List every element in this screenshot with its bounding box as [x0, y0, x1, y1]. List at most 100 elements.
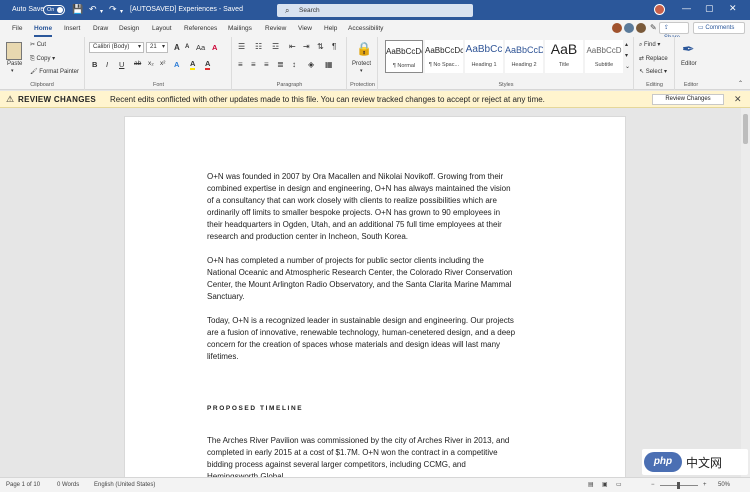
share-button[interactable]: ⇪ Share: [659, 22, 689, 41]
grow-font-button[interactable]: A: [174, 43, 180, 52]
style-heading-2[interactable]: AaBbCcD Heading 2: [505, 40, 543, 73]
protect-button[interactable]: Protect: [352, 61, 371, 67]
zoom-level[interactable]: 50%: [718, 478, 730, 492]
editor-button[interactable]: Editor: [681, 61, 697, 67]
document-page[interactable]: O+N was founded in 2007 by Ora Macallen …: [124, 116, 626, 486]
customize-toolbar-icon[interactable]: ▾: [120, 7, 123, 18]
comments-button[interactable]: ▭ Comments: [693, 22, 745, 34]
italic-button[interactable]: I: [106, 60, 108, 69]
page-count[interactable]: Page 1 of 10: [6, 478, 40, 492]
user-avatar[interactable]: [654, 4, 665, 15]
save-icon[interactable]: 💾: [72, 4, 83, 15]
body-paragraph[interactable]: Today, O+N is a recognized leader in sus…: [207, 315, 552, 363]
web-layout-icon[interactable]: ▭: [616, 478, 622, 492]
sort-icon[interactable]: ⇅: [317, 42, 324, 51]
line-spacing-icon[interactable]: ↕: [292, 60, 296, 69]
format-painter-button[interactable]: 🖌 Format Painter: [30, 68, 79, 75]
close-button[interactable]: ✕: [729, 3, 737, 14]
style-normal[interactable]: AaBbCcDc ¶ Normal: [385, 40, 423, 73]
tab-insert[interactable]: Insert: [64, 25, 80, 32]
styles-scroll-up-icon[interactable]: ▴: [625, 41, 628, 48]
style-title[interactable]: AaB Title: [545, 40, 583, 73]
section-heading[interactable]: PROPOSED TIMELINE: [207, 405, 303, 412]
pen-icon[interactable]: ✎: [650, 23, 657, 32]
zoom-out-icon[interactable]: −: [651, 478, 655, 492]
body-paragraph[interactable]: O+N has completed a number of projects f…: [207, 255, 552, 303]
paste-button[interactable]: Paste: [7, 61, 22, 67]
underline-button[interactable]: U: [119, 60, 124, 69]
select-button[interactable]: ↖ Select ▾: [639, 68, 667, 75]
shrink-font-button[interactable]: A: [185, 44, 189, 50]
increase-indent-icon[interactable]: ⇥: [303, 42, 310, 51]
body-paragraph[interactable]: The Arches River Pavilion was commission…: [207, 435, 552, 483]
align-left-icon[interactable]: ≡: [238, 60, 243, 69]
minimize-button[interactable]: —: [682, 3, 691, 13]
collaborator-avatar[interactable]: [636, 23, 646, 33]
close-icon[interactable]: ✕: [734, 91, 742, 108]
multilevel-list-icon[interactable]: ☲: [272, 42, 279, 51]
editor-pen-icon[interactable]: ✒: [682, 40, 695, 58]
bullets-icon[interactable]: ☰: [238, 42, 245, 51]
styles-more-icon[interactable]: ⌄: [625, 63, 630, 70]
font-color-button[interactable]: A: [205, 59, 211, 70]
autosave-toggle[interactable]: On: [43, 5, 65, 15]
pilcrow-icon[interactable]: ¶: [332, 42, 336, 51]
style-subtitle[interactable]: AaBbCcD Subtitle: [585, 40, 623, 73]
clipboard-icon[interactable]: [6, 42, 22, 60]
collaborator-avatar[interactable]: [612, 23, 622, 33]
vertical-scrollbar[interactable]: [741, 108, 750, 477]
find-button[interactable]: ⌕ Find ▾: [639, 41, 660, 49]
search-box[interactable]: ⌕ Search: [277, 4, 473, 17]
tab-file[interactable]: File: [12, 25, 22, 32]
tab-help[interactable]: Help: [324, 25, 337, 32]
body-paragraph[interactable]: O+N was founded in 2007 by Ora Macallen …: [207, 171, 552, 243]
justify-icon[interactable]: ≣: [277, 60, 284, 69]
tab-references[interactable]: References: [184, 25, 217, 32]
superscript-button[interactable]: x²: [160, 60, 165, 67]
replace-button[interactable]: ⇄ Replace: [639, 55, 668, 62]
chevron-down-icon[interactable]: ▾: [360, 68, 363, 74]
borders-icon[interactable]: ▦: [325, 60, 333, 69]
copy-button[interactable]: ⎘ Copy ▾: [30, 55, 55, 63]
lock-icon[interactable]: 🔒: [356, 41, 372, 57]
numbering-icon[interactable]: ☷: [255, 42, 262, 51]
tab-draw[interactable]: Draw: [93, 25, 108, 32]
style-no-spacing[interactable]: AaBbCcDc ¶ No Spac...: [425, 40, 463, 73]
shading-icon[interactable]: ◈: [308, 60, 314, 69]
align-right-icon[interactable]: ≡: [264, 60, 269, 69]
subscript-button[interactable]: x₂: [148, 60, 154, 67]
bold-button[interactable]: B: [92, 60, 97, 69]
word-count[interactable]: 0 Words: [57, 478, 79, 492]
chevron-down-icon[interactable]: ▾: [11, 68, 14, 74]
clear-formatting-button[interactable]: A: [212, 43, 217, 52]
decrease-indent-icon[interactable]: ⇤: [289, 42, 296, 51]
tab-review[interactable]: Review: [265, 25, 286, 32]
undo-icon[interactable]: ↶: [89, 4, 97, 15]
tab-home[interactable]: Home: [34, 25, 52, 32]
tab-layout[interactable]: Layout: [152, 25, 172, 32]
highlight-button[interactable]: A: [190, 59, 196, 70]
collaborator-avatar[interactable]: [624, 23, 634, 33]
change-case-button[interactable]: Aa: [196, 43, 205, 52]
style-heading-1[interactable]: AaBbCc Heading 1: [465, 40, 503, 73]
strikethrough-button[interactable]: ab: [134, 60, 141, 67]
font-size-dropdown[interactable]: 21 ▾: [146, 42, 168, 53]
align-center-icon[interactable]: ≡: [251, 60, 256, 69]
tab-design[interactable]: Design: [119, 25, 139, 32]
zoom-slider-thumb[interactable]: [677, 482, 680, 489]
styles-scroll-down-icon[interactable]: ▾: [625, 52, 628, 59]
collapse-ribbon-icon[interactable]: ⌃: [738, 80, 743, 87]
scrollbar-thumb[interactable]: [743, 114, 748, 144]
tab-mailings[interactable]: Mailings: [228, 25, 252, 32]
text-effects-button[interactable]: A: [174, 60, 179, 69]
zoom-in-icon[interactable]: +: [703, 478, 707, 492]
print-layout-icon[interactable]: ▣: [602, 478, 608, 492]
maximize-button[interactable]: ▢: [705, 3, 714, 14]
tab-view[interactable]: View: [298, 25, 312, 32]
review-changes-button[interactable]: Review Changes: [652, 94, 724, 105]
font-name-dropdown[interactable]: Calibri (Body) ▾: [89, 42, 144, 53]
cut-button[interactable]: ✂ Cut: [30, 41, 46, 48]
redo-icon[interactable]: ↷: [109, 4, 117, 15]
undo-dropdown-icon[interactable]: ▾: [100, 7, 103, 18]
read-mode-icon[interactable]: ▤: [588, 478, 594, 492]
